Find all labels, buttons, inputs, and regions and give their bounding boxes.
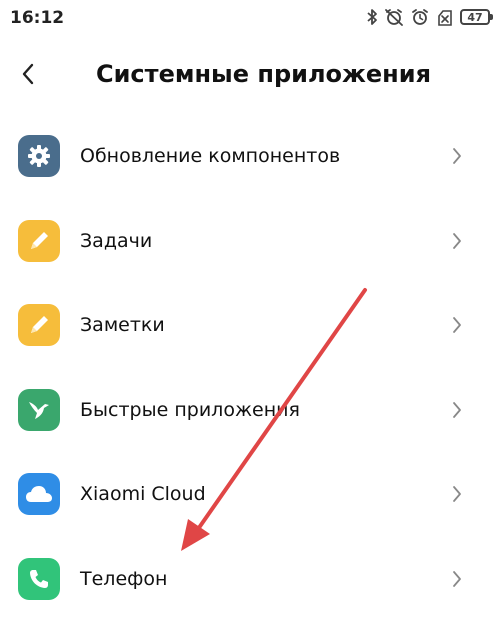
list-item-label: Xiaomi Cloud xyxy=(80,483,206,506)
app-list: Обновление компонентов Задачи Заметки Бы… xyxy=(0,114,500,621)
alarm-off-icon xyxy=(384,8,404,26)
battery-icon: 47 xyxy=(460,9,493,25)
chevron-right-icon xyxy=(450,484,464,504)
gear-icon xyxy=(18,135,60,178)
list-item-tasks[interactable]: Задачи xyxy=(0,199,500,284)
back-button[interactable] xyxy=(8,54,48,94)
chevron-right-icon xyxy=(450,146,464,166)
list-item-component-update[interactable]: Обновление компонентов xyxy=(0,114,500,199)
back-chevron-icon xyxy=(22,63,34,85)
chevron-right-icon xyxy=(450,569,464,589)
hummingbird-icon xyxy=(18,388,60,431)
chevron-right-icon xyxy=(450,231,464,251)
bluetooth-icon xyxy=(366,8,378,26)
list-item-label: Быстрые приложения xyxy=(80,398,300,421)
list-item-label: Задачи xyxy=(80,229,153,252)
status-time: 16:12 xyxy=(10,8,65,28)
phone-icon xyxy=(18,557,60,600)
cloud-icon xyxy=(18,473,60,516)
list-item-label: Заметки xyxy=(80,314,165,337)
chevron-right-icon xyxy=(450,400,464,420)
pencil-icon xyxy=(18,304,60,347)
header: Системные приложения xyxy=(0,48,500,104)
alarm-icon xyxy=(410,8,430,26)
list-item-phone[interactable]: Телефон xyxy=(0,537,500,622)
list-item-xiaomi-cloud[interactable]: Xiaomi Cloud xyxy=(0,452,500,537)
list-item-quick-apps[interactable]: Быстрые приложения xyxy=(0,368,500,453)
chevron-right-icon xyxy=(450,315,464,335)
pencil-icon xyxy=(18,219,60,262)
sim-off-icon xyxy=(436,8,454,26)
list-item-label: Телефон xyxy=(80,567,168,590)
list-item-notes[interactable]: Заметки xyxy=(0,283,500,368)
status-icons: 47 xyxy=(366,6,493,28)
status-bar: 16:12 47 xyxy=(0,0,500,36)
list-item-label: Обновление компонентов xyxy=(80,145,341,168)
page-title: Системные приложения xyxy=(96,60,431,88)
